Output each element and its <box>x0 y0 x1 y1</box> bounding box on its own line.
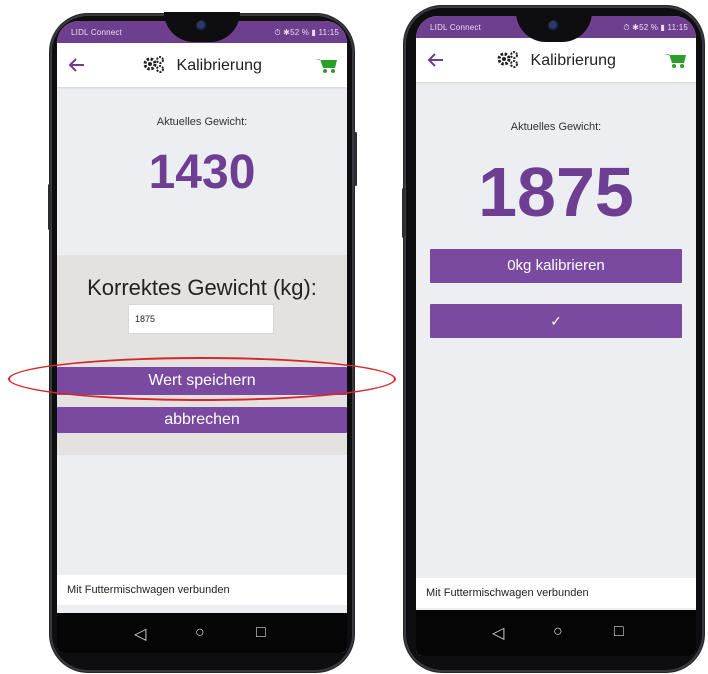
carrier-text: LIDL Connect <box>430 23 482 32</box>
wheelbarrow-icon[interactable] <box>664 51 686 69</box>
gears-icon <box>497 51 519 68</box>
app-bar: Kalibrierung <box>57 43 347 87</box>
gears-icon <box>143 56 165 73</box>
current-weight-label: Aktuelles Gewicht: <box>510 121 602 133</box>
calibrate-zero-button[interactable]: 0kg kalibrieren <box>430 249 682 283</box>
side-button <box>402 188 405 238</box>
cancel-button[interactable]: abbrechen <box>57 407 347 433</box>
current-weight-value: 1875 <box>478 153 634 231</box>
connection-status: Mit Futtermischwagen verbunden <box>416 578 696 608</box>
app-bar: Kalibrierung <box>416 38 696 82</box>
screen-left: LIDL Connect ⏱ ✱52 % ▮ 11:15 Kalibrierun… <box>57 21 347 653</box>
status-icons: ⏱ ✱52 % ▮ 11:15 <box>623 23 688 32</box>
page-title: Kalibrierung <box>416 50 696 70</box>
connection-status-text: Mit Futtermischwagen verbunden <box>426 587 589 599</box>
phone-left: LIDL Connect ⏱ ✱52 % ▮ 11:15 Kalibrierun… <box>48 12 357 672</box>
side-button <box>354 132 357 186</box>
current-weight-label: Aktuelles Gewicht: <box>156 116 248 128</box>
weight-input[interactable] <box>128 304 274 334</box>
carrier-text: LIDL Connect <box>71 28 123 37</box>
phone-right: LIDL Connect ⏱ ✱52 % ▮ 11:15 Kalibrierun… <box>402 6 704 672</box>
correct-weight-label: Korrektes Gewicht (kg): <box>87 275 317 300</box>
camera-icon <box>196 20 208 32</box>
nav-back-icon[interactable]: ◁ <box>134 624 146 644</box>
connection-status: Mit Futtermischwagen verbunden <box>57 575 347 605</box>
nav-recent-icon[interactable]: □ <box>256 624 266 642</box>
nav-home-icon[interactable]: ○ <box>195 624 205 642</box>
navigation-bar: ◁ ○ □ <box>416 610 696 656</box>
page-title-text: Kalibrierung <box>176 57 262 74</box>
wheelbarrow-icon[interactable] <box>315 56 337 74</box>
screen-right: LIDL Connect ⏱ ✱52 % ▮ 11:15 Kalibrierun… <box>416 16 696 656</box>
highlight-ellipse <box>8 357 396 401</box>
nav-recent-icon[interactable]: □ <box>614 623 624 641</box>
page-title-text: Kalibrierung <box>530 52 616 69</box>
side-button <box>48 184 51 230</box>
status-icons: ⏱ ✱52 % ▮ 11:15 <box>274 28 339 37</box>
nav-back-icon[interactable]: ◁ <box>492 623 504 643</box>
nav-home-icon[interactable]: ○ <box>553 623 563 641</box>
confirm-button[interactable]: ✓ <box>430 304 682 338</box>
camera-icon <box>548 20 560 32</box>
current-weight-value: 1430 <box>148 146 256 199</box>
connection-status-text: Mit Futtermischwagen verbunden <box>67 584 230 596</box>
page-title: Kalibrierung <box>57 55 347 75</box>
navigation-bar: ◁ ○ □ <box>57 613 347 653</box>
